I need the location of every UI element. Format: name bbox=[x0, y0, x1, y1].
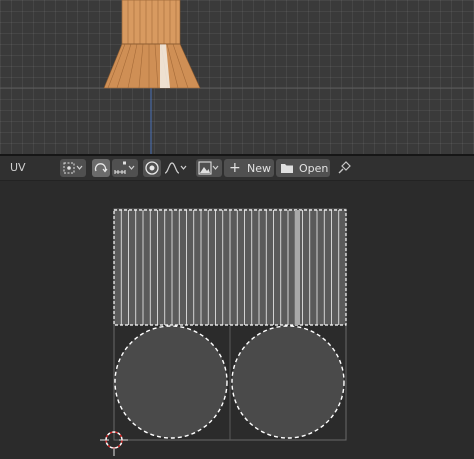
pin-toggle[interactable] bbox=[335, 159, 353, 177]
editor-label: UV bbox=[10, 161, 26, 174]
image-browse-icon bbox=[198, 161, 219, 175]
new-button-label: New bbox=[247, 162, 271, 175]
pivot-point-icon bbox=[63, 162, 83, 174]
falloff-dropdown[interactable] bbox=[163, 159, 189, 177]
falloff-curve-icon bbox=[164, 162, 187, 174]
open-image-button[interactable]: Open bbox=[276, 159, 330, 177]
browse-image-dropdown[interactable] bbox=[196, 159, 222, 177]
pin-icon bbox=[338, 161, 351, 174]
snap-dropdown[interactable] bbox=[112, 159, 138, 177]
uv-editor-canvas[interactable] bbox=[0, 181, 474, 459]
sync-selection-icon bbox=[94, 163, 108, 173]
proportional-edit-toggle[interactable] bbox=[143, 159, 161, 177]
folder-icon bbox=[281, 164, 293, 173]
plus-icon: + bbox=[229, 160, 241, 176]
open-button-label: Open bbox=[299, 162, 329, 175]
viewport-canvas bbox=[0, 0, 474, 154]
uv-editor-header: UV + New Open bbox=[0, 156, 474, 181]
uv-cap-island-right[interactable] bbox=[231, 325, 345, 439]
pivot-point-dropdown[interactable] bbox=[60, 159, 86, 177]
proportional-edit-icon bbox=[145, 161, 159, 175]
sync-selection-toggle[interactable] bbox=[92, 159, 110, 177]
mesh-object[interactable] bbox=[103, 0, 201, 89]
uv-cap-island-left[interactable] bbox=[114, 325, 228, 439]
new-image-button[interactable]: + New bbox=[224, 159, 274, 177]
uv-layout bbox=[100, 208, 347, 456]
3d-viewport[interactable] bbox=[0, 0, 474, 154]
uv-side-strip-island[interactable] bbox=[113, 209, 347, 326]
snap-icon bbox=[114, 161, 135, 174]
